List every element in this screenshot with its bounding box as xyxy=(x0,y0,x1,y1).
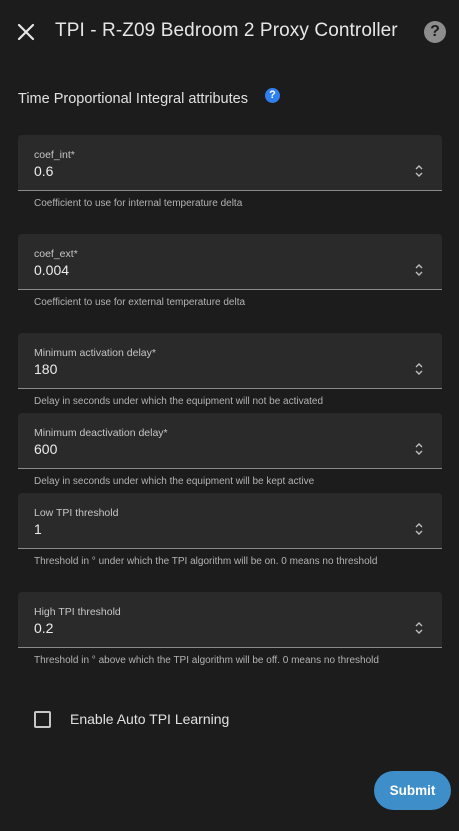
field-label: coef_int* xyxy=(34,149,75,161)
low-tpi-threshold-field[interactable]: Low TPI threshold xyxy=(18,493,442,549)
field-label: Minimum deactivation delay* xyxy=(34,427,168,439)
help-icon[interactable]: ? xyxy=(424,21,446,43)
low-tpi-threshold-input[interactable] xyxy=(34,521,394,537)
stepper-icon[interactable] xyxy=(414,262,424,278)
min-deactivation-delay-field[interactable]: Minimum deactivation delay* xyxy=(18,413,442,469)
field-helper-text: Coefficient to use for internal temperat… xyxy=(34,198,243,209)
auto-tpi-learning-checkbox[interactable] xyxy=(34,711,51,728)
submit-button[interactable]: Submit xyxy=(374,771,451,810)
auto-tpi-learning-label[interactable]: Enable Auto TPI Learning xyxy=(70,711,229,727)
field-label: Low TPI threshold xyxy=(34,507,119,519)
stepper-icon[interactable] xyxy=(414,361,424,377)
field-helper-text: Threshold in ° above which the TPI algor… xyxy=(34,655,379,666)
stepper-icon[interactable] xyxy=(414,163,424,179)
stepper-icon[interactable] xyxy=(414,521,424,537)
field-label: Minimum activation delay* xyxy=(34,347,156,359)
close-icon-graphic xyxy=(17,23,35,41)
min-deactivation-delay-input[interactable] xyxy=(34,441,394,457)
coef-int-field[interactable]: coef_int* xyxy=(18,135,442,191)
min-activation-delay-field[interactable]: Minimum activation delay* xyxy=(18,333,442,389)
field-label: coef_ext* xyxy=(34,248,78,260)
field-helper-text: Coefficient to use for external temperat… xyxy=(34,297,246,308)
field-helper-text: Delay in seconds under which the equipme… xyxy=(34,396,324,407)
coef-int-input[interactable] xyxy=(34,163,394,179)
section-title: Time Proportional Integral attributes xyxy=(18,91,248,107)
coef-ext-field[interactable]: coef_ext* xyxy=(18,234,442,290)
info-icon[interactable]: ? xyxy=(265,88,280,103)
field-helper-text: Delay in seconds under which the equipme… xyxy=(34,476,315,487)
stepper-icon[interactable] xyxy=(414,441,424,457)
dialog-header: TPI - R-Z09 Bedroom 2 Proxy Controller ? xyxy=(0,0,459,64)
close-icon[interactable] xyxy=(14,20,38,44)
high-tpi-threshold-field[interactable]: High TPI threshold xyxy=(18,592,442,648)
stepper-icon[interactable] xyxy=(414,620,424,636)
coef-ext-input[interactable] xyxy=(34,262,394,278)
high-tpi-threshold-input[interactable] xyxy=(34,620,394,636)
field-helper-text: Threshold in ° under which the TPI algor… xyxy=(34,556,378,567)
dialog-title: TPI - R-Z09 Bedroom 2 Proxy Controller xyxy=(55,20,398,41)
field-label: High TPI threshold xyxy=(34,606,121,618)
min-activation-delay-input[interactable] xyxy=(34,361,394,377)
